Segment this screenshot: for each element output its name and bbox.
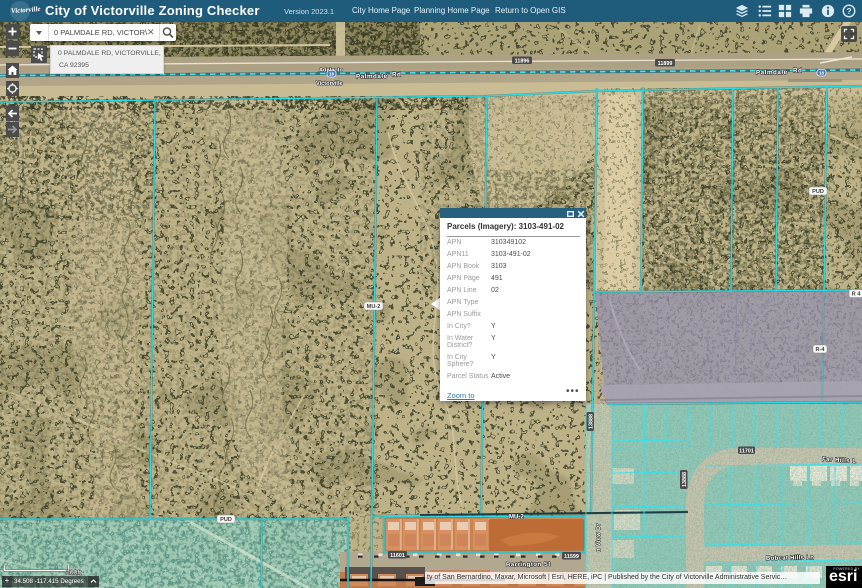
svg-text:11599: 11599 bbox=[564, 554, 579, 560]
svg-text:R-4: R-4 bbox=[815, 347, 825, 353]
svg-text:Victorville: Victorville bbox=[316, 81, 343, 87]
svg-text:Rd: Rd bbox=[793, 68, 802, 75]
svg-text:n View Dr: n View Dr bbox=[596, 523, 602, 552]
svg-text:MU-2: MU-2 bbox=[367, 304, 381, 310]
svg-text:R 4: R 4 bbox=[852, 292, 862, 298]
svg-text:11896: 11896 bbox=[515, 58, 530, 64]
svg-text:11701: 11701 bbox=[739, 448, 754, 454]
svg-text:Palmdale: Palmdale bbox=[356, 73, 388, 81]
svg-text:18: 18 bbox=[819, 71, 825, 76]
svg-text:MU-2: MU-2 bbox=[509, 515, 524, 521]
svg-text:Palmdale: Palmdale bbox=[756, 69, 788, 77]
svg-text:11899: 11899 bbox=[658, 61, 673, 67]
svg-text:13888: 13888 bbox=[682, 472, 688, 487]
svg-text:11601: 11601 bbox=[390, 553, 405, 559]
svg-text:PUD: PUD bbox=[812, 189, 824, 195]
svg-text:Rd: Rd bbox=[392, 72, 401, 79]
svg-text:18: 18 bbox=[329, 72, 335, 77]
svg-text:PUD: PUD bbox=[220, 517, 232, 523]
svg-text:Barrington St: Barrington St bbox=[506, 562, 551, 569]
svg-text:Bobcat Hills Ln: Bobcat Hills Ln bbox=[766, 555, 814, 562]
svg-text:?: ? bbox=[846, 6, 851, 16]
svg-text:13888: 13888 bbox=[588, 414, 594, 429]
